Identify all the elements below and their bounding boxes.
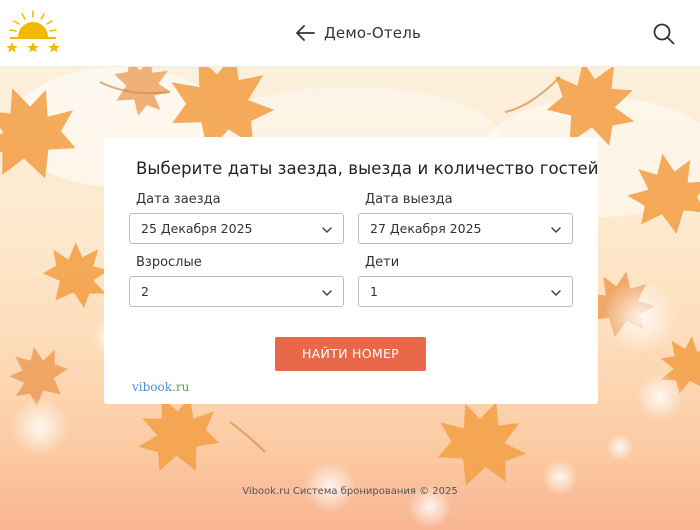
checkout-date-select[interactable]: 27 Декабря 2025: [358, 213, 573, 244]
arrow-left-icon: [296, 25, 315, 41]
checkout-date-value: 27 Декабря 2025: [370, 221, 482, 236]
checkin-date-select[interactable]: 25 Декабря 2025: [129, 213, 344, 244]
chevron-down-icon: [322, 227, 332, 233]
adults-select[interactable]: 2: [129, 276, 344, 307]
sun-with-stars-icon[interactable]: [4, 8, 62, 56]
chevron-down-icon: [551, 227, 561, 233]
children-label: Дети: [365, 255, 400, 270]
top-bar: Демо-Отель: [0, 0, 700, 67]
hotel-name: Демо-Отель: [324, 24, 422, 42]
checkin-date-value: 25 Декабря 2025: [141, 221, 253, 236]
footer-copyright: Vibook.ru Система бронирования © 2025: [242, 486, 458, 497]
adults-label: Взрослые: [136, 255, 202, 270]
chevron-down-icon: [322, 290, 332, 296]
form-title: Выберите даты заезда, выезда и количеств…: [136, 159, 599, 178]
children-select[interactable]: 1: [358, 276, 573, 307]
checkin-label: Дата заезда: [136, 192, 221, 207]
search-icon[interactable]: [652, 22, 676, 46]
checkout-label: Дата выезда: [365, 192, 453, 207]
booking-form-card: Выберите даты заезда, выезда и количеств…: [104, 137, 599, 404]
vibook-logo[interactable]: vibook.ru: [132, 380, 189, 394]
find-room-button[interactable]: НАЙТИ НОМЕР: [275, 337, 426, 371]
brand-part-1: vibook: [132, 380, 173, 394]
chevron-down-icon: [551, 290, 561, 296]
children-value: 1: [370, 284, 378, 299]
back-to-hotel-link[interactable]: Демо-Отель: [294, 22, 421, 44]
brand-part-2: .ru: [172, 380, 190, 394]
adults-value: 2: [141, 284, 149, 299]
